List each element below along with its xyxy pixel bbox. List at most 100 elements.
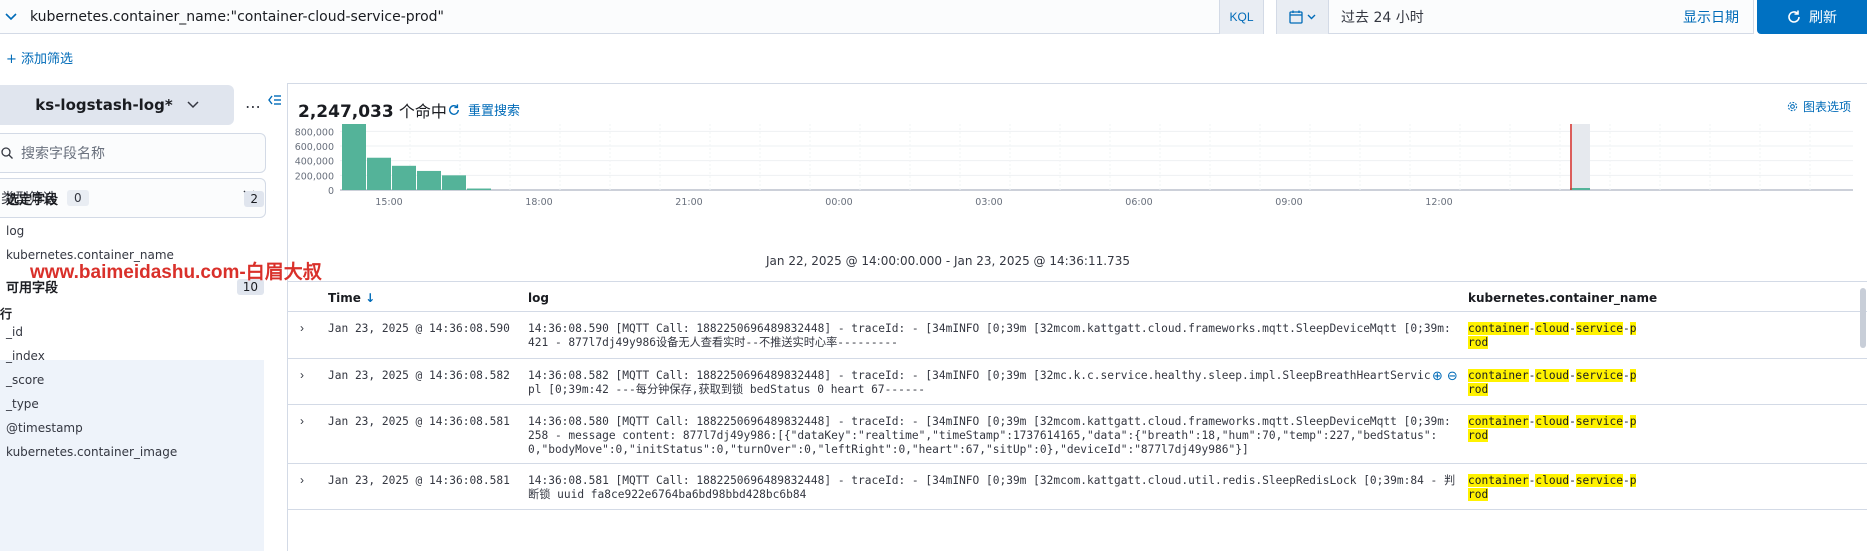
field-search-placeholder: 搜索字段名称 bbox=[21, 146, 105, 162]
y-tick-label: 400,000 bbox=[295, 157, 334, 168]
container-name-token: cloud bbox=[1535, 474, 1570, 487]
field-item[interactable]: kubernetes.container_image bbox=[6, 445, 177, 459]
field-item[interactable]: _id bbox=[6, 325, 23, 339]
chevron-down-icon bbox=[187, 101, 199, 109]
row-log: 14:36:08.590 [MQTT Call: 188225069648983… bbox=[528, 322, 1451, 349]
field-sidebar: ks-logstash-log* ⋯ 搜索字段名称 类型筛选 0 选定字段 2 … bbox=[0, 83, 281, 551]
histogram-bar bbox=[342, 124, 366, 190]
container-name-token: service bbox=[1575, 322, 1623, 335]
field-item[interactable]: log bbox=[6, 224, 24, 238]
field-item[interactable]: _score bbox=[6, 373, 44, 387]
add-filter-link[interactable]: + 添加筛选 bbox=[6, 48, 73, 67]
table-row[interactable]: › Jan 23, 2025 @ 14:36:08.581 14:36:08.580… bbox=[288, 405, 1867, 464]
histogram-bar bbox=[392, 165, 416, 190]
row-container-name: container-cloud-service-prod bbox=[1468, 369, 1638, 397]
row-log: 14:36:08.582 [MQTT Call: 188225069648983… bbox=[528, 369, 1451, 396]
x-tick-label: 15:00 bbox=[375, 197, 402, 208]
kql-language-button[interactable]: KQL bbox=[1219, 0, 1263, 34]
popular-label: 流行 bbox=[0, 307, 13, 321]
selected-fields-header[interactable]: 选定字段 2 bbox=[6, 189, 264, 208]
histogram-bar bbox=[367, 157, 391, 190]
chart-options-button[interactable]: 图表选项 bbox=[1787, 98, 1851, 115]
out-of-range-shade bbox=[1570, 124, 1590, 190]
container-name-token: cloud bbox=[1535, 369, 1570, 382]
expand-row-icon[interactable]: › bbox=[300, 368, 304, 382]
container-name-token: container bbox=[1468, 474, 1529, 487]
y-tick-label: 600,000 bbox=[295, 142, 334, 153]
filter-out-value-icon[interactable]: ⊖ bbox=[1447, 368, 1458, 384]
x-tick-label: 06:00 bbox=[1125, 197, 1152, 208]
container-name-token: - bbox=[1569, 474, 1576, 487]
histogram-bar bbox=[467, 188, 491, 190]
x-tick-label: 00:00 bbox=[825, 197, 852, 208]
show-dates-link[interactable]: 显示日期 bbox=[1683, 7, 1753, 27]
chevron-down-icon[interactable] bbox=[0, 0, 22, 34]
y-tick-label: 0 bbox=[328, 186, 334, 197]
histogram-chart[interactable]: 800,000 600,000 400,000 200,000 0 15:00 18:00 2… bbox=[288, 124, 1867, 274]
date-range-text[interactable]: 过去 24 小时 bbox=[1329, 7, 1683, 27]
container-name-token: container bbox=[1468, 415, 1529, 428]
more-options-icon[interactable]: ⋯ bbox=[245, 97, 262, 117]
table-row[interactable]: › Jan 23, 2025 @ 14:36:08.582 14:36:08.582… bbox=[288, 359, 1867, 405]
filter-actions: ⊕ ⊖ bbox=[1430, 368, 1458, 384]
expand-row-icon[interactable]: › bbox=[300, 321, 304, 335]
table-header: Time ↓ log kubernetes.container_name bbox=[288, 282, 1867, 312]
x-tick-label: 18:00 bbox=[525, 197, 552, 208]
calendar-icon[interactable] bbox=[1277, 0, 1329, 34]
refresh-label: 刷新 bbox=[1809, 10, 1837, 26]
column-header-kubernetes-container-name[interactable]: kubernetes.container_name bbox=[1468, 291, 1657, 305]
collapse-sidebar-icon[interactable] bbox=[268, 93, 282, 111]
x-tick-label: 03:00 bbox=[975, 197, 1002, 208]
sort-arrow-icon[interactable]: ↓ bbox=[365, 291, 375, 305]
expand-row-icon[interactable]: › bbox=[300, 473, 304, 487]
x-tick-label: 21:00 bbox=[675, 197, 702, 208]
container-name-token: - bbox=[1622, 474, 1630, 487]
row-time: Jan 23, 2025 @ 14:36:08.582 bbox=[328, 369, 510, 382]
container-name-token: service bbox=[1575, 415, 1623, 428]
filter-for-value-icon[interactable]: ⊕ bbox=[1432, 368, 1443, 384]
row-container-name: container-cloud-service-prod bbox=[1468, 322, 1638, 350]
container-name-token: cloud bbox=[1535, 415, 1570, 428]
container-name-token: container bbox=[1468, 322, 1529, 335]
query-text[interactable]: kubernetes.container_name:"container-clo… bbox=[22, 9, 1219, 25]
index-pattern-selector[interactable]: ks-logstash-log* bbox=[0, 85, 234, 125]
column-header-time[interactable]: Time ↓ bbox=[328, 291, 375, 305]
table-row[interactable]: › Jan 23, 2025 @ 14:36:08.581 14:36:08.581… bbox=[288, 464, 1867, 510]
column-header-log[interactable]: log bbox=[528, 291, 549, 305]
table-row[interactable]: › Jan 23, 2025 @ 14:36:08.590 14:36:08.590… bbox=[288, 312, 1867, 359]
time-range-label: Jan 22, 2025 @ 14:00:00.000 - Jan 23, 20… bbox=[766, 254, 1130, 268]
expand-row-icon[interactable]: › bbox=[300, 414, 304, 428]
row-container-name: container-cloud-service-prod bbox=[1468, 474, 1638, 502]
container-name-token: - bbox=[1569, 322, 1576, 335]
container-name-token: - bbox=[1622, 322, 1630, 335]
query-bar: kubernetes.container_name:"container-clo… bbox=[0, 0, 1867, 34]
row-time: Jan 23, 2025 @ 14:36:08.590 bbox=[328, 322, 510, 335]
field-item[interactable]: _type bbox=[6, 397, 39, 411]
row-time: Jan 23, 2025 @ 14:36:08.581 bbox=[328, 474, 510, 487]
refresh-button[interactable]: 刷新 bbox=[1757, 0, 1867, 34]
search-icon bbox=[1, 147, 13, 159]
container-name-token: service bbox=[1575, 369, 1623, 382]
index-pattern-name: ks-logstash-log* bbox=[35, 96, 173, 114]
field-item[interactable]: _index bbox=[6, 349, 45, 363]
field-item[interactable]: @timestamp bbox=[6, 421, 83, 435]
refresh-icon bbox=[1788, 10, 1800, 23]
y-tick-label: 800,000 bbox=[295, 127, 334, 138]
row-log: 14:36:08.580 [MQTT Call: 188225069648983… bbox=[528, 415, 1451, 456]
row-time: Jan 23, 2025 @ 14:36:08.581 bbox=[328, 415, 510, 428]
x-tick-label: 12:00 bbox=[1425, 197, 1452, 208]
hits-suffix: 个命中 bbox=[398, 102, 447, 121]
query-input[interactable]: kubernetes.container_name:"container-clo… bbox=[0, 0, 1264, 34]
field-search-input[interactable]: 搜索字段名称 bbox=[0, 133, 266, 173]
container-name-token: service bbox=[1575, 474, 1623, 487]
watermark-text: www.baimeidashu.com-白眉大叔 bbox=[30, 262, 322, 283]
date-picker[interactable]: 过去 24 小时 显示日期 bbox=[1276, 0, 1754, 34]
histogram-bar bbox=[442, 175, 466, 190]
container-name-token: - bbox=[1622, 369, 1630, 382]
table-scrollbar[interactable] bbox=[1860, 288, 1866, 348]
histogram-bar bbox=[1570, 188, 1590, 190]
selected-fields-count: 2 bbox=[244, 190, 264, 207]
container-name-token: cloud bbox=[1535, 322, 1570, 335]
y-tick-label: 200,000 bbox=[295, 171, 334, 182]
reset-search-link[interactable]: 重置搜索 bbox=[448, 100, 520, 119]
